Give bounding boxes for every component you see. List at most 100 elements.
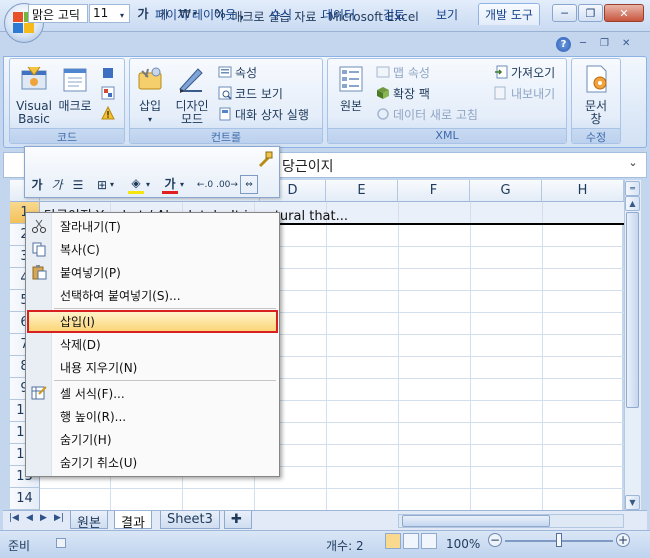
close-button[interactable]: ✕ bbox=[604, 4, 644, 22]
column-header-e[interactable]: E bbox=[326, 180, 398, 202]
currency-dropdown-icon[interactable]: ▾ bbox=[193, 4, 197, 23]
export-button[interactable]: 내보내기 bbox=[494, 84, 555, 102]
tab-view[interactable]: 보기 bbox=[436, 6, 458, 24]
page-break-view-icon[interactable] bbox=[421, 533, 437, 549]
insert-control-button[interactable]: 삽입 ▾ bbox=[132, 63, 168, 126]
tab-developer[interactable]: 개발 도구 bbox=[478, 3, 540, 25]
properties-label: 속성 bbox=[235, 65, 258, 80]
column-header-g[interactable]: G bbox=[470, 180, 542, 202]
comma-button[interactable]: , bbox=[236, 4, 248, 23]
map-properties-button[interactable]: 맵 속성 bbox=[376, 63, 430, 81]
page-layout-view-icon[interactable] bbox=[403, 533, 419, 549]
record-macro-icon[interactable] bbox=[101, 66, 115, 80]
borders-icon[interactable]: ⊞ bbox=[94, 175, 110, 194]
scroll-down-icon[interactable]: ▼ bbox=[625, 495, 640, 510]
menu-item-delete[interactable]: 삭제(D) bbox=[27, 333, 278, 355]
bold-button[interactable]: 가 bbox=[30, 175, 44, 194]
font-size-dropdown-icon[interactable]: ▾ bbox=[120, 6, 124, 25]
percent-button[interactable]: % bbox=[212, 4, 228, 23]
menu-item-clear-contents[interactable]: 내용 지우기(N) bbox=[27, 356, 278, 378]
shrink-font-button[interactable]: 가 bbox=[156, 4, 172, 23]
column-header-h[interactable]: H bbox=[542, 180, 624, 202]
zoom-in-icon[interactable]: + bbox=[616, 533, 630, 547]
restore-button[interactable]: ❐ bbox=[578, 4, 603, 22]
next-sheet-icon[interactable]: ▶ bbox=[40, 513, 47, 523]
zoom-level[interactable]: 100% bbox=[446, 537, 480, 551]
document-panel-icon bbox=[586, 65, 607, 93]
tab-review[interactable]: 검토 bbox=[383, 6, 405, 24]
merge-center-icon[interactable]: ⇔ bbox=[240, 175, 258, 194]
ribbon-minimize-icon[interactable]: ─ bbox=[580, 38, 586, 49]
column-header-f[interactable]: F bbox=[398, 180, 470, 202]
menu-item-copy[interactable]: 복사(C) bbox=[27, 238, 278, 260]
visual-basic-button[interactable]: Visual Basic bbox=[12, 63, 56, 126]
menu-item-hide[interactable]: 숨기기(H) bbox=[27, 428, 278, 450]
macro-button[interactable]: 매크로 bbox=[56, 63, 94, 113]
expansion-packs-button[interactable]: 확장 팩 bbox=[376, 84, 430, 102]
insert-sheet-icon[interactable]: ✚ bbox=[224, 511, 252, 529]
fill-color-icon[interactable]: ◈ bbox=[128, 175, 144, 194]
menu-item-format-cells[interactable]: 셀 서식(F)... bbox=[27, 382, 278, 404]
run-dialog-label: 대화 상자 실행 bbox=[235, 107, 309, 122]
menu-item-unhide[interactable]: 숨기기 취소(U) bbox=[27, 451, 278, 473]
import-button[interactable]: 가져오기 bbox=[494, 63, 555, 81]
chevron-down-icon[interactable]: ⌄ bbox=[625, 156, 641, 172]
document-panel-button[interactable]: 문서 창 bbox=[574, 63, 618, 126]
zoom-slider-thumb[interactable] bbox=[556, 533, 562, 547]
relative-reference-icon[interactable] bbox=[101, 86, 115, 100]
menu-separator bbox=[54, 380, 276, 381]
sheet-tab-result[interactable]: 결과 bbox=[114, 511, 152, 531]
row-header-14[interactable]: 14 bbox=[10, 488, 40, 510]
menu-item-row-height[interactable]: 행 높이(R)... bbox=[27, 405, 278, 427]
menu-item-cut[interactable]: 잘라내기(T) bbox=[27, 215, 278, 237]
increase-decimal-icon[interactable]: ←.0 bbox=[196, 175, 214, 194]
menu-item-cut-label: 잘라내기(T) bbox=[60, 219, 121, 234]
macro-label: 매크로 bbox=[58, 99, 92, 113]
currency-button[interactable]: ₩ bbox=[176, 4, 194, 23]
paste-icon bbox=[32, 265, 47, 280]
run-dialog-button[interactable]: 대화 상자 실행 bbox=[218, 105, 309, 123]
split-box-icon[interactable]: ═ bbox=[625, 181, 640, 196]
xml-source-button[interactable]: 원본 bbox=[333, 63, 369, 113]
prev-sheet-icon[interactable]: ◀ bbox=[26, 513, 33, 523]
formula-input[interactable]: 당근이지 bbox=[282, 156, 334, 176]
macro-record-icon[interactable] bbox=[56, 538, 66, 548]
tab-formulas[interactable]: 수식 bbox=[270, 6, 292, 24]
font-color-icon[interactable]: 가 bbox=[162, 175, 178, 194]
macro-security-icon[interactable] bbox=[101, 106, 115, 120]
design-mode-button[interactable]: 디자인 모드 bbox=[170, 63, 214, 126]
first-sheet-icon[interactable]: |◀ bbox=[9, 513, 19, 523]
horizontal-scroll-thumb[interactable] bbox=[402, 515, 550, 527]
format-painter-icon[interactable] bbox=[256, 150, 274, 168]
tab-data[interactable]: 데이터 bbox=[322, 6, 355, 24]
menu-item-insert-label: 삽입(I) bbox=[60, 315, 95, 329]
borders-dropdown-icon[interactable]: ▾ bbox=[110, 175, 114, 194]
properties-button[interactable]: 속성 bbox=[218, 63, 257, 81]
help-icon[interactable]: ? bbox=[556, 37, 571, 52]
refresh-data-button[interactable]: 데이터 새로 고침 bbox=[376, 105, 478, 123]
zoom-out-icon[interactable]: − bbox=[488, 533, 502, 547]
view-code-button[interactable]: 코드 보기 bbox=[218, 84, 283, 102]
ribbon-restore-icon[interactable]: ❐ bbox=[600, 38, 609, 49]
font-color-dropdown-icon[interactable]: ▾ bbox=[180, 175, 184, 194]
group-xml-label: XML bbox=[328, 128, 566, 143]
last-sheet-icon[interactable]: ▶| bbox=[54, 513, 64, 523]
grow-font-button[interactable]: 가 bbox=[134, 4, 152, 23]
menu-item-paste[interactable]: 붙여넣기(P) bbox=[27, 261, 278, 283]
import-label: 가져오기 bbox=[511, 65, 556, 80]
decrease-decimal-icon[interactable]: .00→ bbox=[216, 175, 238, 194]
center-align-icon[interactable]: ☰ bbox=[70, 175, 86, 194]
italic-button[interactable]: 가 bbox=[50, 175, 64, 194]
fill-color-dropdown-icon[interactable]: ▾ bbox=[146, 175, 150, 194]
scroll-up-icon[interactable]: ▲ bbox=[625, 196, 640, 211]
minimize-button[interactable]: ─ bbox=[552, 4, 577, 22]
menu-item-clear-contents-label: 내용 지우기(N) bbox=[60, 360, 138, 375]
vertical-scroll-thumb[interactable] bbox=[626, 212, 639, 408]
workbook-close-icon[interactable]: ✕ bbox=[622, 38, 630, 49]
sheet-tab-sheet3[interactable]: Sheet3 bbox=[160, 511, 220, 529]
sheet-tab-source[interactable]: 원본 bbox=[70, 511, 108, 531]
menu-item-insert[interactable]: 삽입(I) bbox=[27, 310, 278, 333]
menu-item-paste-special[interactable]: 선택하여 붙여넣기(S)... bbox=[27, 284, 278, 306]
normal-view-icon[interactable] bbox=[385, 533, 401, 549]
font-name-combo[interactable]: 맑은 고딕 bbox=[28, 4, 88, 23]
